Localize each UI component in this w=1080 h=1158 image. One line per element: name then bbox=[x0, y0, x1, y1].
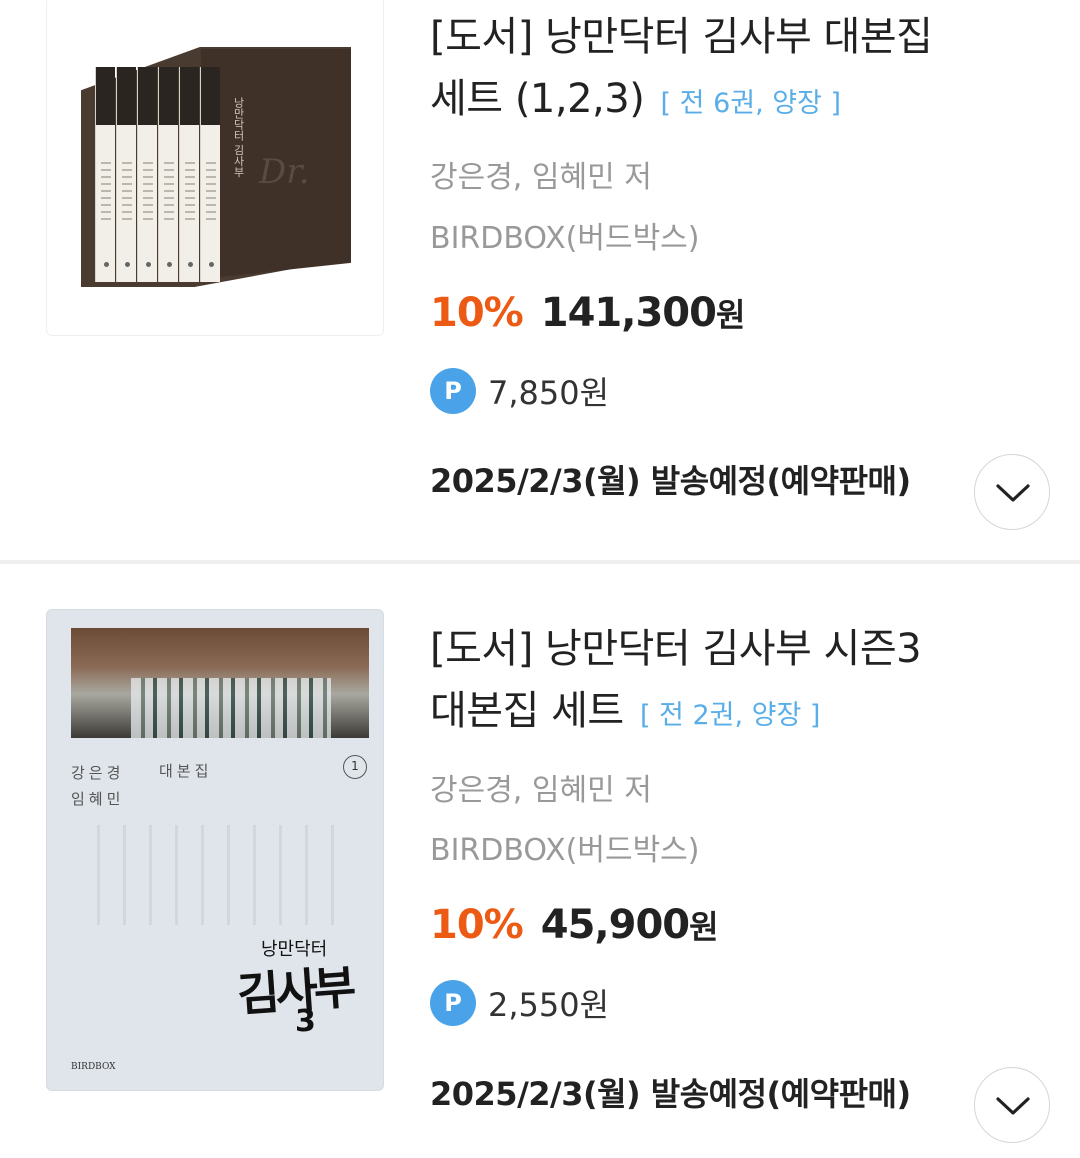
discount-rate: 10% bbox=[430, 290, 524, 336]
product-title[interactable]: [도서] 낭만닥터 김사부 시즌3 대본집 세트 [ 전 2권, 양장 ] bbox=[430, 618, 1050, 747]
point-amount: 7,850원 bbox=[488, 374, 610, 412]
product-thumbnail[interactable]: 낭만닥터 김사부 Dr. bbox=[46, 0, 384, 336]
cover-cast-photo bbox=[71, 628, 369, 738]
shipping-date: 2025/2/3(월) 발송예정(예약판매) bbox=[430, 1075, 911, 1113]
price-unit: 원 bbox=[715, 296, 746, 334]
point-amount: 2,550원 bbox=[488, 986, 610, 1024]
point-badge-icon: P bbox=[430, 980, 476, 1026]
point-row: P 2,550원 bbox=[430, 978, 1050, 1028]
chevron-down-icon bbox=[996, 1097, 1030, 1115]
expand-button[interactable] bbox=[974, 454, 1050, 530]
product-info: [도서] 낭만닥터 김사부 대본집 세트 (1,2,3) [ 전 6권, 양장 … bbox=[430, 6, 1050, 135]
product-item[interactable]: 강은경 임혜민 대본집 1 낭만닥터 김사부 3 BIRDBOX [도서] 낭만… bbox=[0, 564, 1080, 1158]
price-row: 10% 141,300 원 bbox=[430, 290, 1050, 344]
boxset-cover-image: 낭만닥터 김사부 Dr. bbox=[81, 47, 351, 287]
product-info: [도서] 낭만닥터 김사부 시즌3 대본집 세트 [ 전 2권, 양장 ] bbox=[430, 618, 1050, 747]
cover-author-1: 강은경 bbox=[71, 764, 125, 782]
volume-info: [ 전 6권, 양장 ] bbox=[660, 88, 842, 119]
volume-info: [ 전 2권, 양장 ] bbox=[639, 700, 821, 731]
cover-faint-text bbox=[97, 825, 337, 925]
discount-rate: 10% bbox=[430, 902, 524, 948]
product-authors: 강은경, 임혜민 저 bbox=[430, 160, 652, 195]
point-row: P 7,850원 bbox=[430, 366, 1050, 416]
cover-authors: 강은경 임혜민 bbox=[71, 760, 124, 812]
product-title-line2[interactable]: 대본집 세트 bbox=[430, 688, 624, 734]
product-title-line1[interactable]: [도서] 낭만닥터 김사부 시즌3 bbox=[430, 618, 1050, 680]
product-item[interactable]: 낭만닥터 김사부 Dr. [도서] 낭만닥터 김사부 대본집 세트 (1,2,3… bbox=[0, 0, 1080, 562]
cover-volume-number: 1 bbox=[343, 755, 367, 779]
cover-publisher: BIRDBOX bbox=[71, 1062, 116, 1072]
product-title-line2[interactable]: 세트 (1,2,3) bbox=[430, 76, 645, 122]
box-side-signature: Dr. bbox=[259, 152, 310, 192]
expand-button[interactable] bbox=[974, 1067, 1050, 1143]
product-publisher: BIRDBOX(버드박스) bbox=[430, 221, 700, 256]
box-side-title: 낭만닥터 김사부 bbox=[232, 97, 245, 178]
price-unit: 원 bbox=[689, 908, 719, 946]
sale-price: 45,900 bbox=[540, 902, 690, 948]
point-badge-icon: P bbox=[430, 368, 476, 414]
cover-logo-number: 3 bbox=[295, 1004, 316, 1039]
product-title-line1[interactable]: [도서] 낭만닥터 김사부 대본집 bbox=[430, 6, 1050, 68]
chevron-down-icon bbox=[996, 484, 1030, 502]
sale-price: 141,300 bbox=[540, 290, 717, 336]
shipping-date: 2025/2/3(월) 발송예정(예약판매) bbox=[430, 462, 911, 500]
product-publisher: BIRDBOX(버드박스) bbox=[430, 833, 700, 868]
cover-label: 대본집 bbox=[159, 762, 213, 780]
cover-author-2: 임혜민 bbox=[71, 790, 125, 808]
product-thumbnail[interactable]: 강은경 임혜민 대본집 1 낭만닥터 김사부 3 BIRDBOX bbox=[46, 609, 384, 1091]
product-title[interactable]: [도서] 낭만닥터 김사부 대본집 세트 (1,2,3) [ 전 6권, 양장 … bbox=[430, 6, 1050, 135]
product-authors: 강은경, 임혜민 저 bbox=[430, 773, 652, 808]
price-row: 10% 45,900 원 bbox=[430, 902, 1050, 956]
